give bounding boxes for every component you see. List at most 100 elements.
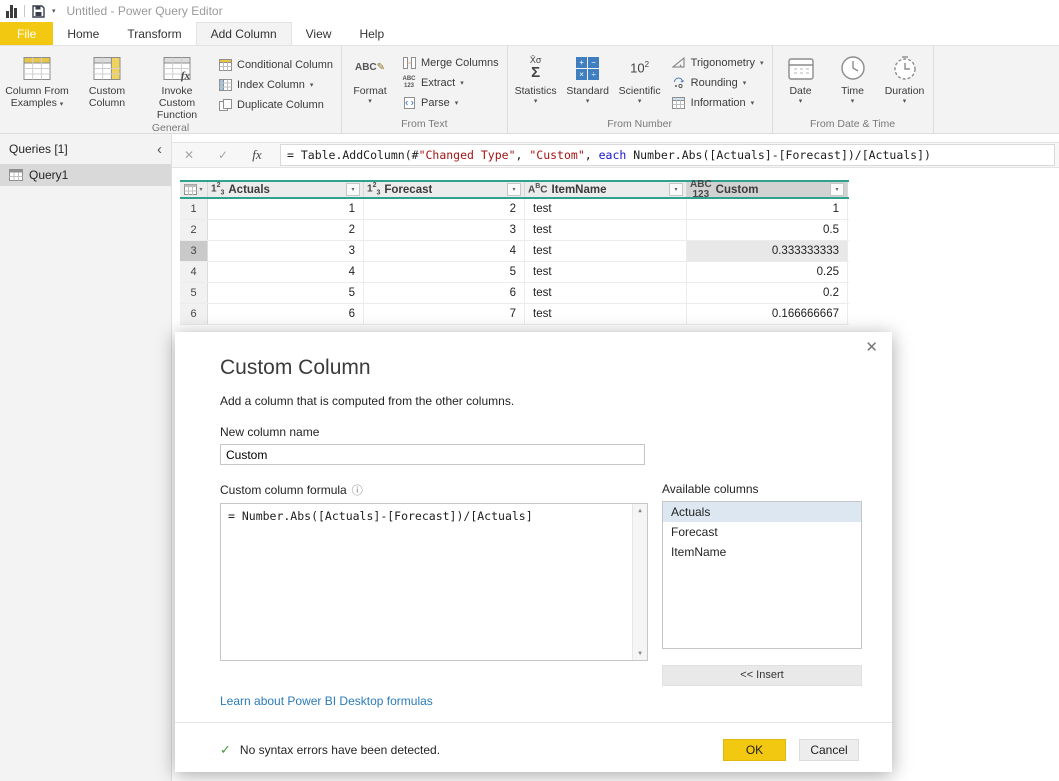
table-cell[interactable]: 4 [364,241,525,261]
time-button[interactable]: Time ▾ [827,48,879,117]
table-cell[interactable]: 1 [208,199,364,219]
table-cell[interactable]: test [525,220,687,240]
column-header-actuals[interactable]: 123 Actuals ▾ [208,182,364,197]
tab-file[interactable]: File [0,22,54,45]
ribbon-group-from-date-time: Date ▾ Time ▾ Duration ▾ From Date & Tim… [773,46,934,133]
table-cell[interactable]: 3 [364,220,525,240]
number-type-icon: 123 [211,182,225,197]
sidebar-item-query1[interactable]: Query1 [0,164,171,186]
extract-button[interactable]: ABC 123 Extract ▾ [402,74,499,91]
row-number[interactable]: 1 [180,199,208,219]
statistics-button[interactable]: X̄σ Σ Statistics ▾ [510,48,562,117]
table-cell[interactable]: test [525,304,687,324]
trigonometry-button[interactable]: Trigonometry ▾ [672,54,764,71]
table-cell[interactable]: 2 [364,199,525,219]
date-button[interactable]: Date ▾ [775,48,827,117]
row-number[interactable]: 4 [180,262,208,282]
group-label-from-number: From Number [607,118,672,130]
table-cell[interactable]: 4 [208,262,364,282]
duration-button[interactable]: Duration ▾ [879,48,931,117]
dialog-title: Custom Column [220,356,371,379]
format-button[interactable]: ABC ✎ Format ▾ [344,48,396,117]
group-label-from-date-time: From Date & Time [809,118,896,130]
insert-button[interactable]: << Insert [662,665,862,686]
filter-button[interactable]: ▾ [669,183,683,196]
cancel-button[interactable]: Cancel [799,739,859,761]
collapse-pane-icon[interactable]: ‹ [157,142,162,157]
tab-help[interactable]: Help [345,22,398,45]
filter-button[interactable]: ▾ [346,183,360,196]
available-column-item[interactable]: ItemName [663,542,861,562]
commit-formula-icon[interactable]: ✓ [206,148,240,162]
table-cell[interactable]: test [525,199,687,219]
row-number[interactable]: 6 [180,304,208,324]
information-icon [672,96,686,109]
scientific-button[interactable]: 102 Scientific ▾ [614,48,666,117]
table-cell[interactable]: 6 [208,304,364,324]
tab-add-column[interactable]: Add Column [195,22,292,45]
table-cell[interactable]: 2 [208,220,364,240]
select-all-table-button[interactable]: ▾ [180,182,208,197]
row-number[interactable]: 2 [180,220,208,240]
custom-column-button[interactable]: Custom Column [72,48,142,121]
table-cell[interactable]: 7 [364,304,525,324]
merge-columns-button[interactable]: Merge Columns [402,54,499,71]
table-cell[interactable]: test [525,283,687,303]
row-number[interactable]: 5 [180,283,208,303]
statistics-icon: X̄σ Σ [529,55,542,81]
dialog-subtitle: Add a column that is computed from the o… [220,394,515,408]
available-column-item[interactable]: Actuals [663,502,861,522]
quick-access-dropdown-icon[interactable]: ▾ [52,7,56,15]
filter-button[interactable]: ▾ [830,183,844,196]
ok-button[interactable]: OK [723,739,786,761]
filter-button[interactable]: ▾ [507,183,521,196]
table-cell[interactable]: test [525,241,687,261]
conditional-column-button[interactable]: Conditional Column [218,56,333,73]
column-from-examples-button[interactable]: Column From Examples ▾ [2,48,72,121]
invoke-custom-function-button[interactable]: fx Invoke Custom Function [142,48,212,121]
rounding-button[interactable]: Rounding ▾ [672,74,764,91]
table-cell[interactable]: 0.25 [687,262,848,282]
column-header-custom[interactable]: ABC 123 Custom ▾ [687,179,848,199]
table-cell[interactable]: 5 [364,262,525,282]
column-header-itemname[interactable]: ABC ItemName ▾ [525,182,687,197]
table-cell[interactable]: 1 [687,199,848,219]
dropdown-caret-icon: ▾ [533,98,538,106]
dropdown-caret-icon: ▾ [309,81,314,89]
table-cell[interactable]: test [525,262,687,282]
save-icon[interactable] [32,4,45,18]
info-icon[interactable]: ⓘ [352,482,363,498]
formula-input[interactable]: = Table.AddColumn(#"Changed Type", "Cust… [280,144,1055,166]
tab-transform[interactable]: Transform [113,22,195,45]
table-cell[interactable]: 6 [364,283,525,303]
information-button[interactable]: Information ▾ [672,94,764,111]
parse-button[interactable]: Parse ▾ [402,94,499,111]
standard-button[interactable]: + − × ÷ Standard ▾ [562,48,614,117]
scrollbar[interactable]: ▲ ▼ [632,504,647,660]
row-number[interactable]: 3 [180,241,208,261]
duplicate-column-button[interactable]: Duplicate Column [218,96,333,113]
table-cell[interactable]: 0.5 [687,220,848,240]
dialog-footer: ✓ No syntax errors have been detected. O… [220,739,859,761]
available-columns-list: Actuals Forecast ItemName [662,501,862,649]
scroll-down-icon[interactable]: ▼ [638,650,642,657]
close-icon[interactable]: ✕ [865,340,878,355]
index-column-button[interactable]: Index Column ▾ [218,76,333,93]
table-cell[interactable]: 0.166666667 [687,304,848,324]
scroll-up-icon[interactable]: ▲ [638,507,642,514]
custom-column-formula-editor[interactable]: = Number.Abs([Actuals]-[Forecast])/[Actu… [220,503,648,661]
cancel-formula-icon[interactable]: ✕ [172,148,206,162]
check-icon: ✓ [220,742,231,757]
learn-formulas-link[interactable]: Learn about Power BI Desktop formulas [220,694,859,708]
table-cell[interactable]: 5 [208,283,364,303]
tab-home[interactable]: Home [53,22,113,45]
new-column-name-input[interactable] [220,444,645,465]
tab-view[interactable]: View [292,22,346,45]
table-cell[interactable]: 3 [208,241,364,261]
table-cell[interactable]: 0.333333333 [687,241,848,261]
column-header-forecast[interactable]: 123 Forecast ▾ [364,182,525,197]
number-type-icon: 123 [367,182,381,197]
table-menu-caret-icon: ▾ [199,187,203,193]
table-cell[interactable]: 0.2 [687,283,848,303]
available-column-item[interactable]: Forecast [663,522,861,542]
